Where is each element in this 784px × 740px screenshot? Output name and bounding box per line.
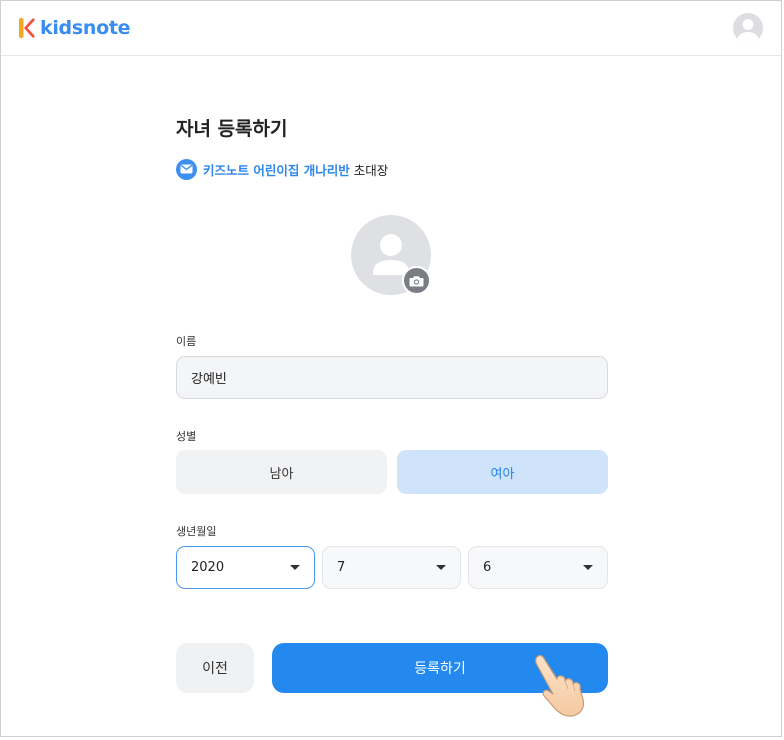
envelope-icon <box>176 158 197 180</box>
user-avatar-icon[interactable] <box>733 13 763 43</box>
logo-text: kidsnote <box>40 17 131 39</box>
birth-month-value: 7 <box>337 560 346 575</box>
chevron-down-icon <box>583 565 593 570</box>
birth-year-select[interactable]: 2020 <box>176 546 315 589</box>
gender-male-button[interactable]: 남아 <box>176 450 387 494</box>
birth-month-select[interactable]: 7 <box>322 546 461 589</box>
birth-day-select[interactable]: 6 <box>468 546 608 589</box>
birth-year-value: 2020 <box>191 560 225 575</box>
camera-button[interactable] <box>402 266 431 295</box>
birth-day-value: 6 <box>483 560 492 575</box>
invite-org-name: 키즈노트 어린이집 개나리반 <box>203 162 350 178</box>
top-bar: kidsnote <box>1 1 781 56</box>
profile-photo-upload[interactable] <box>351 215 431 295</box>
previous-button[interactable]: 이전 <box>176 643 254 693</box>
birthdate-label: 생년월일 <box>176 525 217 538</box>
page-title: 자녀 등록하기 <box>176 118 288 140</box>
app-window: kidsnote 자녀 등록하기 키즈노트 어린이집 개나리반 초대장 이름 강… <box>0 0 782 737</box>
camera-icon <box>409 275 424 286</box>
gender-female-button[interactable]: 여아 <box>397 450 608 494</box>
invitation-info: 키즈노트 어린이집 개나리반 초대장 <box>176 158 388 180</box>
kidsnote-logo[interactable]: kidsnote <box>18 15 131 41</box>
name-input[interactable] <box>176 356 608 399</box>
invite-suffix: 초대장 <box>353 162 389 178</box>
user-silhouette-icon <box>737 19 759 43</box>
gender-label: 성별 <box>176 430 197 443</box>
hand-pointer-icon <box>535 654 585 717</box>
kidsnote-logo-icon <box>19 18 35 38</box>
name-label: 이름 <box>176 335 197 348</box>
chevron-down-icon <box>436 565 446 570</box>
chevron-down-icon <box>290 565 300 570</box>
